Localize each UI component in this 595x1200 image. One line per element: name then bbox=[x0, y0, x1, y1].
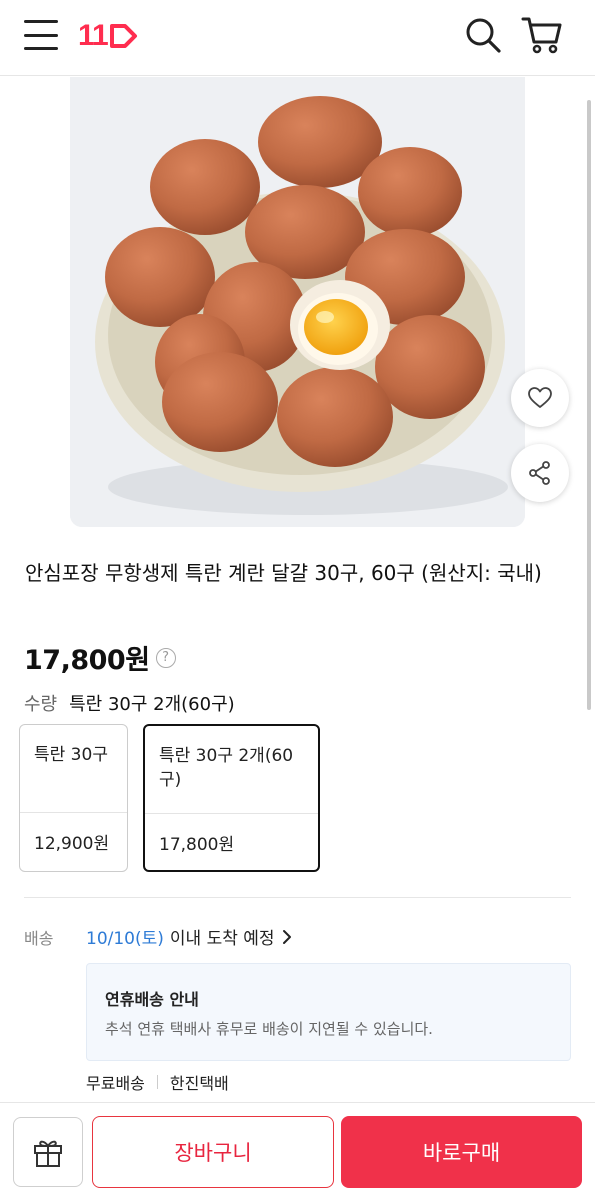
share-icon bbox=[529, 461, 550, 485]
divider bbox=[156, 1075, 158, 1089]
option-price: 17,800원 bbox=[159, 835, 235, 855]
product-price: 17,800원 bbox=[24, 645, 150, 676]
delivery-date-suffix: 이내 도착 예정 bbox=[169, 929, 275, 949]
search-icon[interactable] bbox=[462, 14, 504, 56]
price-row: 17,800원 ? bbox=[24, 638, 176, 677]
option-card[interactable]: 특란 30구 12,900원 bbox=[19, 724, 128, 872]
carrier-name: 한진택배 bbox=[169, 1074, 229, 1093]
option-card-selected[interactable]: 특란 30구 2개(60구) 17,800원 bbox=[143, 724, 320, 872]
gift-button[interactable] bbox=[13, 1117, 83, 1187]
holiday-delivery-notice: 연휴배송 안내 추석 연휴 택배사 휴무로 배송이 지연될 수 있습니다. bbox=[86, 963, 571, 1061]
divider bbox=[20, 812, 127, 813]
logo[interactable]: 11 bbox=[78, 16, 139, 56]
logo-arrow-icon bbox=[109, 24, 137, 48]
heart-icon bbox=[528, 387, 552, 408]
top-header: 11 bbox=[0, 0, 595, 76]
menu-icon[interactable] bbox=[24, 20, 58, 50]
shipping-fee: 무료배송 bbox=[86, 1074, 145, 1093]
delivery-label: 배송 bbox=[24, 929, 54, 948]
price-help-icon[interactable]: ? bbox=[155, 647, 176, 668]
option-price: 12,900원 bbox=[34, 834, 110, 854]
chevron-right-icon bbox=[282, 929, 291, 944]
divider bbox=[145, 813, 318, 814]
option-name: 특란 30구 2개(60구) bbox=[159, 746, 294, 790]
notice-body: 추석 연휴 택배사 휴무로 배송이 지연될 수 있습니다. bbox=[105, 1020, 433, 1038]
egg-bowl-image bbox=[70, 77, 525, 527]
like-button[interactable] bbox=[511, 369, 569, 427]
notice-title: 연휴배송 안내 bbox=[105, 990, 199, 1009]
buy-now-button[interactable]: 바로구매 bbox=[341, 1116, 582, 1188]
cart-icon[interactable] bbox=[520, 14, 564, 56]
product-image[interactable] bbox=[70, 77, 525, 527]
share-button[interactable] bbox=[511, 444, 569, 502]
quantity-row: 수량 특란 30구 2개(60구) bbox=[24, 690, 235, 716]
scrollbar[interactable] bbox=[587, 100, 591, 710]
option-name: 특란 30구 bbox=[34, 745, 108, 765]
product-title: 안심포장 무항생제 특란 계란 달걀 30구, 60구 (원산지: 국내) bbox=[25, 561, 542, 585]
quantity-value: 특란 30구 2개(60구) bbox=[69, 694, 235, 715]
gift-icon bbox=[34, 1140, 62, 1167]
add-to-cart-button[interactable]: 장바구니 bbox=[92, 1116, 334, 1188]
quantity-label: 수량 bbox=[24, 694, 58, 715]
bottom-action-bar: 장바구니 바로구매 bbox=[0, 1102, 595, 1200]
shipping-info: 무료배송 한진택배 bbox=[86, 1070, 229, 1094]
divider bbox=[24, 897, 571, 898]
delivery-date: 10/10(토) bbox=[86, 929, 164, 949]
delivery-date-link[interactable]: 10/10(토) 이내 도착 예정 bbox=[86, 924, 293, 949]
logo-text: 11 bbox=[78, 19, 109, 52]
